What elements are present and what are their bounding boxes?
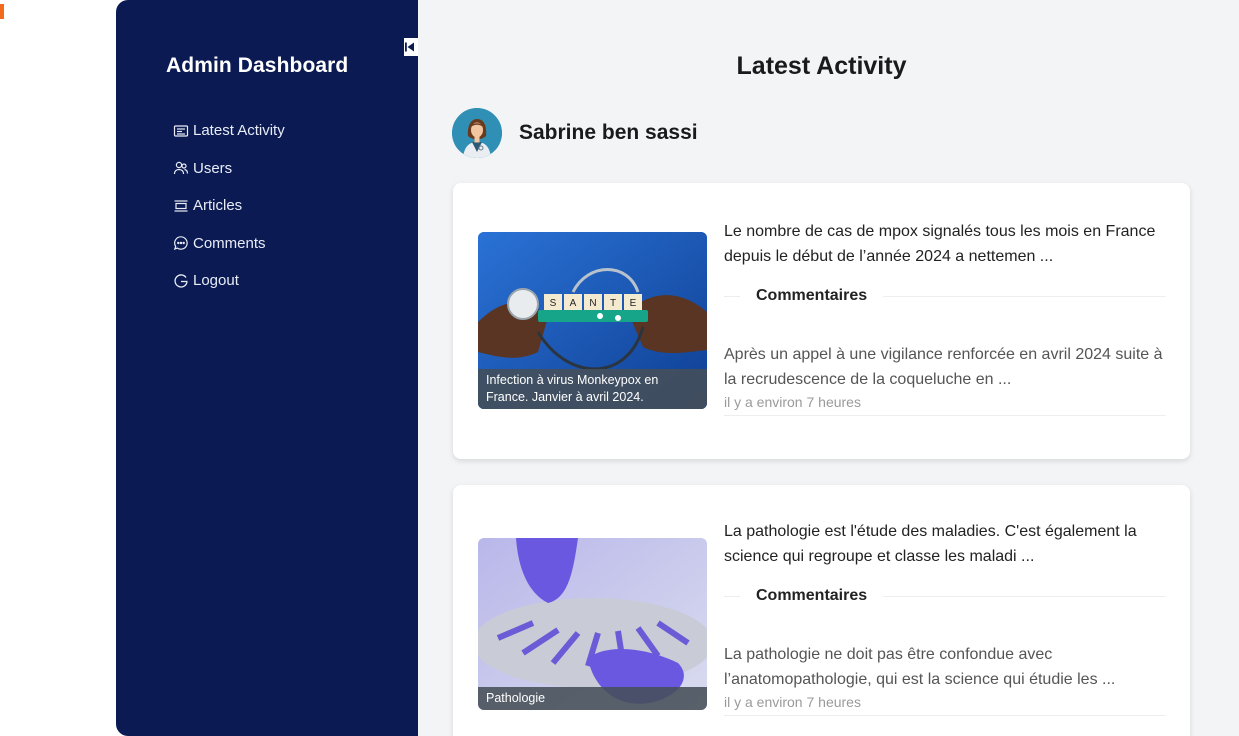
comment-timestamp: il y a environ 7 heures xyxy=(724,692,1166,716)
comments-icon xyxy=(173,236,188,251)
article-excerpt[interactable]: La pathologie est l'étude des maladies. … xyxy=(724,519,1166,569)
article-excerpt[interactable]: Le nombre de cas de mpox signalés tous l… xyxy=(724,219,1166,269)
sidebar-item-articles[interactable]: Articles xyxy=(173,187,285,225)
collapse-icon xyxy=(405,42,414,52)
sidebar-title: Admin Dashboard xyxy=(166,54,349,77)
image-caption: Pathologie xyxy=(478,687,707,710)
comment-text: Après un appel à une vigilance renforcée… xyxy=(724,346,1163,388)
sidebar-item-comments[interactable]: Comments xyxy=(173,225,285,263)
svg-text:S: S xyxy=(550,298,557,309)
comments-label: Commentaires xyxy=(756,287,868,304)
sidebar-nav: Latest Activity Users Articles Comments … xyxy=(173,112,285,300)
divider xyxy=(724,595,740,597)
sidebar-item-label: Latest Activity xyxy=(193,122,285,140)
sidebar: Admin Dashboard Latest Activity Users Ar… xyxy=(116,0,418,736)
divider xyxy=(724,295,740,297)
comments-header: Commentaires xyxy=(724,583,1166,609)
article-thumbnail[interactable]: Pathologie xyxy=(478,538,707,710)
article-image xyxy=(478,538,707,710)
sidebar-item-label: Logout xyxy=(193,272,239,290)
users-icon xyxy=(173,162,189,175)
sidebar-item-logout[interactable]: Logout xyxy=(173,262,285,300)
sidebar-item-label: Articles xyxy=(193,197,243,215)
activity-card: S A N T E Infection à virus Monkeypox en… xyxy=(453,183,1190,459)
edge-marker xyxy=(0,4,4,19)
activity-icon xyxy=(173,125,189,137)
logout-icon xyxy=(174,274,188,288)
articles-icon xyxy=(174,200,188,212)
svg-text:E: E xyxy=(630,298,637,309)
comments-label: Commentaires xyxy=(756,587,868,604)
divider xyxy=(883,295,1166,297)
sidebar-item-users[interactable]: Users xyxy=(173,150,285,188)
sidebar-item-latest-activity[interactable]: Latest Activity xyxy=(173,112,285,150)
card-content: La pathologie est l'étude des maladies. … xyxy=(724,519,1166,716)
avatar-image xyxy=(452,108,502,158)
card-content: Le nombre de cas de mpox signalés tous l… xyxy=(724,219,1166,416)
svg-text:T: T xyxy=(610,298,616,309)
comment-timestamp: il y a environ 7 heures xyxy=(724,392,1166,416)
sidebar-item-label: Users xyxy=(193,159,233,177)
main-content: Latest Activity Sabrine ben sassi S A N … xyxy=(418,0,1239,736)
user-header: Sabrine ben sassi xyxy=(452,108,698,158)
comment-text: La pathologie ne doit pas être confondue… xyxy=(724,646,1116,688)
page-title: Latest Activity xyxy=(736,52,907,80)
divider xyxy=(883,595,1166,597)
avatar xyxy=(452,108,502,158)
comments-header: Commentaires xyxy=(724,283,1166,309)
sidebar-item-label: Comments xyxy=(193,234,266,252)
activity-card: Pathologie La pathologie est l'étude des… xyxy=(453,485,1190,736)
svg-text:N: N xyxy=(589,298,596,309)
user-name: Sabrine ben sassi xyxy=(519,121,698,144)
svg-text:A: A xyxy=(570,298,577,309)
article-thumbnail[interactable]: S A N T E Infection à virus Monkeypox en… xyxy=(478,232,707,409)
image-caption: Infection à virus Monkeypox en France. J… xyxy=(478,369,707,409)
